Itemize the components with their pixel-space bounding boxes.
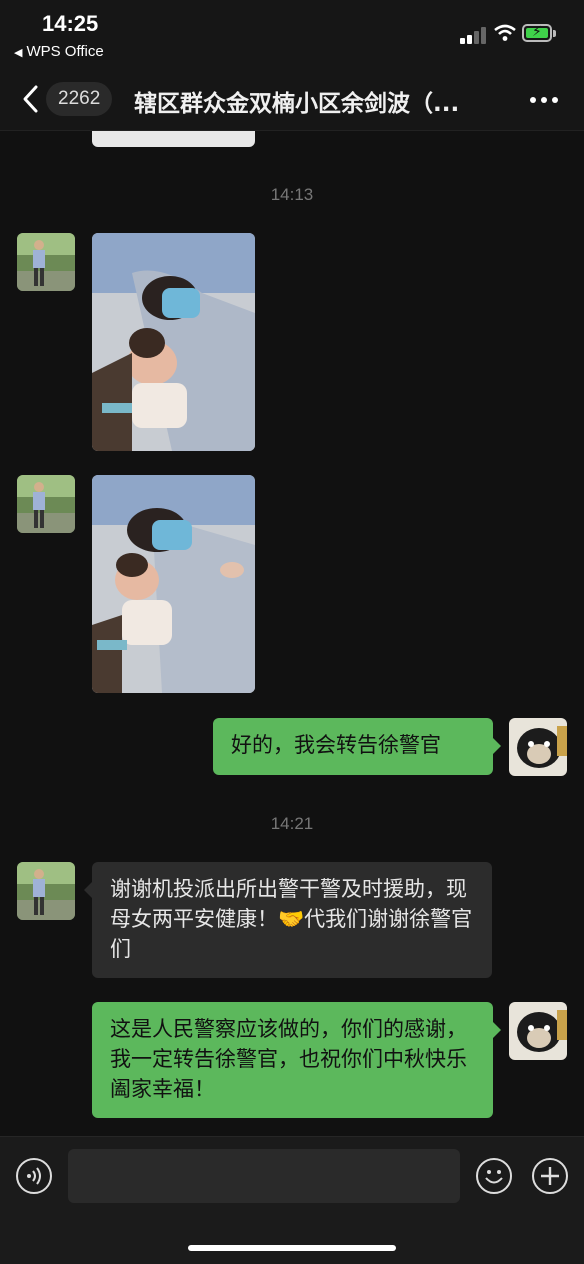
sent-message-bubble[interactable]: 这是人民警察应该做的，你们的感谢，我一定转告徐警官，也祝你们中秋快乐阖家幸福！ — [92, 1002, 501, 1118]
battery-icon: ⚡ — [522, 24, 552, 42]
battery-nub — [553, 30, 556, 37]
status-bar: 14:25 ◀ WPS Office ⚡ — [0, 0, 584, 68]
back-app-label: WPS Office — [26, 43, 104, 60]
status-time: 14:25 — [42, 11, 99, 36]
cellular-signal-icon — [460, 26, 488, 44]
my-avatar[interactable] — [509, 1002, 567, 1060]
timestamp: 14:21 — [270, 814, 314, 833]
plus-icon[interactable] — [532, 1158, 568, 1194]
timestamp: 14:13 — [270, 185, 314, 204]
image-message[interactable] — [92, 233, 255, 451]
chat-title: 辖区群众金双楠小区余剑波（... — [134, 91, 460, 117]
contact-avatar[interactable] — [17, 862, 75, 920]
my-avatar[interactable] — [509, 718, 567, 776]
message-list[interactable]: 14:13 好的，我会转告徐警官 14:21 谢谢机投派出所出警干警及时援助，现… — [0, 131, 584, 1136]
previous-image-message[interactable] — [92, 131, 255, 147]
unread-count-badge[interactable]: 2262 — [46, 82, 113, 116]
contact-avatar[interactable] — [17, 233, 75, 291]
back-triangle-icon: ◀ — [14, 47, 23, 59]
chevron-left-icon[interactable] — [18, 82, 44, 116]
more-icon[interactable] — [530, 84, 560, 114]
home-indicator — [188, 1245, 396, 1251]
emoji-icon[interactable] — [476, 1158, 512, 1194]
back-to-app-link[interactable]: ◀ WPS Office — [14, 43, 104, 60]
voice-icon[interactable] — [16, 1158, 52, 1194]
contact-avatar[interactable] — [17, 475, 75, 533]
received-message-bubble[interactable]: 谢谢机投派出所出警干警及时援助，现母女两平安健康！🤝代我们谢谢徐警官们 — [84, 862, 492, 978]
sent-message-bubble[interactable]: 好的，我会转告徐警官 — [213, 718, 501, 775]
chat-header: 2262 辖区群众金双楠小区余剑波（... — [0, 68, 584, 131]
image-message[interactable] — [92, 475, 255, 693]
message-input[interactable] — [68, 1149, 460, 1203]
wifi-icon — [494, 24, 516, 41]
